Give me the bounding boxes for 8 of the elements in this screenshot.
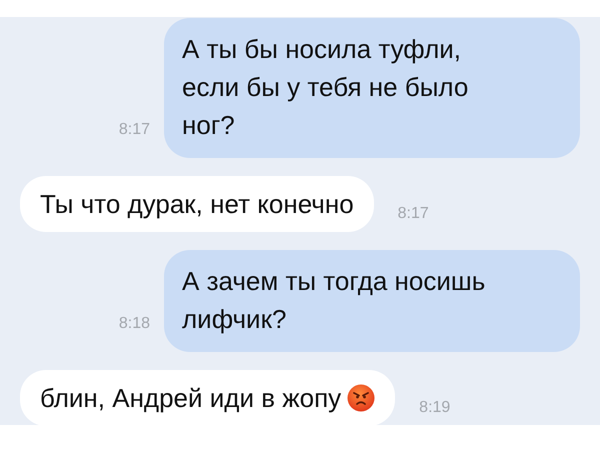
message-time: 8:17 bbox=[118, 120, 150, 140]
received-message-bubble: Ты что дурак, нет конечно bbox=[20, 176, 374, 232]
message-time: 8:19 bbox=[419, 398, 450, 418]
message-time: 8:17 bbox=[398, 204, 429, 224]
sent-message-bubble: А ты бы носила туфли, если бы у тебя не было ног? bbox=[164, 18, 580, 158]
sent-message-bubble: А зачем ты тогда носишь лифчик? bbox=[164, 250, 580, 352]
message-time: 8:18 bbox=[118, 314, 150, 334]
received-message-bubble: блин, Андрей иди в жопу bbox=[20, 370, 396, 425]
